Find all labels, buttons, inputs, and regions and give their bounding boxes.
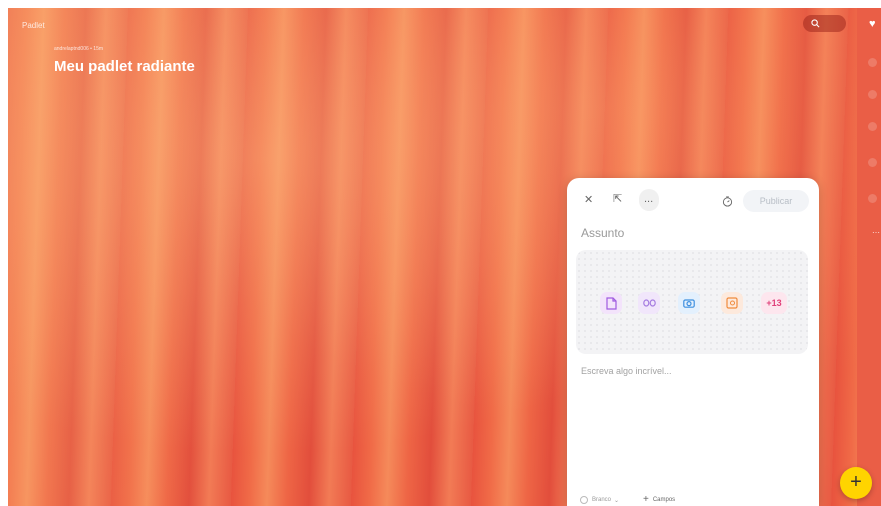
more-attachments-button[interactable]: +13 bbox=[761, 292, 787, 314]
body-input[interactable] bbox=[581, 366, 805, 476]
rail-button-1[interactable] bbox=[868, 58, 877, 67]
heart-icon[interactable]: ♥ bbox=[869, 19, 876, 30]
search-icon bbox=[811, 19, 820, 28]
subject-input[interactable] bbox=[581, 226, 801, 240]
close-icon[interactable]: ✕ bbox=[584, 194, 593, 206]
expand-icon[interactable]: ⇱ bbox=[613, 193, 622, 205]
right-action-rail bbox=[857, 8, 881, 506]
fields-label: Campos bbox=[652, 497, 676, 504]
image-search-icon[interactable] bbox=[721, 292, 743, 314]
padlet-logo[interactable]: Padlet bbox=[22, 21, 45, 30]
post-composer: ✕ ⇱ ... Publicar +13 Branco ⌄ +Campos bbox=[567, 178, 819, 506]
chevron-down-icon: ⌄ bbox=[614, 497, 620, 504]
publish-button[interactable]: Publicar bbox=[743, 190, 809, 212]
timer-icon[interactable] bbox=[722, 196, 733, 207]
file-upload-icon[interactable] bbox=[600, 292, 622, 314]
add-post-button[interactable]: + bbox=[840, 467, 872, 499]
attachment-picker: +13 bbox=[576, 250, 808, 354]
color-selector[interactable]: Branco ⌄ bbox=[580, 496, 619, 504]
rail-button-5[interactable] bbox=[868, 194, 877, 203]
search-button[interactable] bbox=[803, 15, 846, 32]
camera-icon[interactable] bbox=[678, 292, 700, 314]
rail-button-4[interactable] bbox=[868, 158, 877, 167]
link-icon[interactable] bbox=[638, 292, 660, 314]
color-swatch bbox=[580, 496, 588, 504]
board-title[interactable]: Meu padlet radiante bbox=[54, 58, 195, 75]
rail-button-3[interactable] bbox=[868, 122, 877, 131]
board-author-meta: andrelaptnd006 • 15m bbox=[54, 46, 104, 52]
color-label: Branco bbox=[592, 497, 612, 503]
plus-icon: + bbox=[643, 494, 649, 505]
add-fields-button[interactable]: + Campos bbox=[643, 494, 675, 505]
more-menu-label: ... bbox=[644, 193, 654, 205]
more-options-icon[interactable]: ⋯ bbox=[872, 228, 880, 237]
rail-button-2[interactable] bbox=[868, 90, 877, 99]
